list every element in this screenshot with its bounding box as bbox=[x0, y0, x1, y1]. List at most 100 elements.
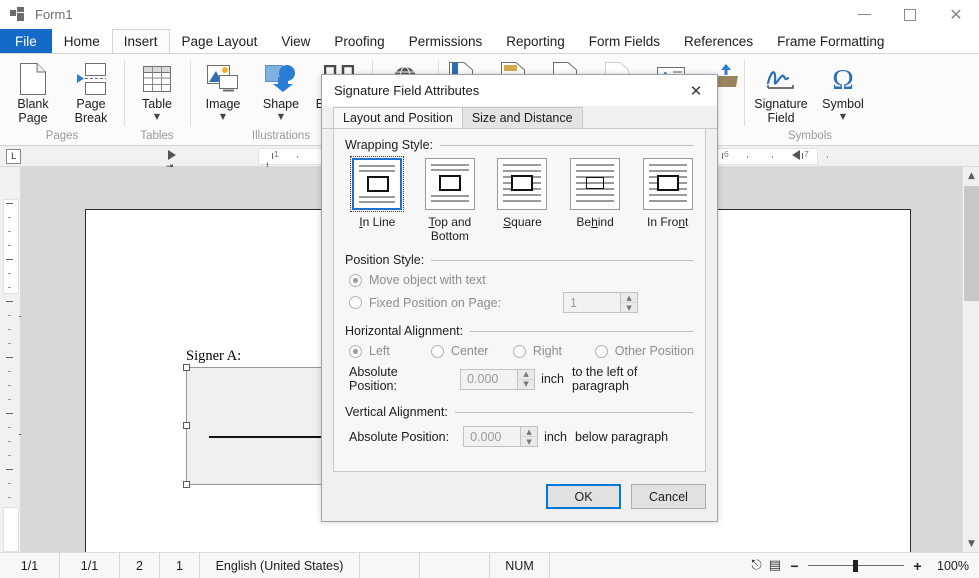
tab-stop-selector[interactable]: L bbox=[6, 149, 21, 164]
horizontal-absolute-position-spinner[interactable]: ▲ ▼ bbox=[460, 368, 536, 390]
tab-insert[interactable]: Insert bbox=[111, 29, 170, 53]
resize-handle-top-left[interactable] bbox=[183, 364, 190, 371]
ok-button[interactable]: OK bbox=[546, 484, 621, 509]
fit-page-icon[interactable]: ⎋ bbox=[751, 558, 761, 573]
position-move-with-text-row[interactable]: Move object with text bbox=[349, 273, 694, 287]
tab-file[interactable]: File bbox=[0, 29, 52, 53]
position-fixed-row[interactable]: Fixed Position on Page: ▲ ▼ bbox=[349, 292, 694, 313]
spinner-down-icon[interactable]: ▼ bbox=[518, 380, 534, 389]
zoom-slider-knob[interactable] bbox=[853, 559, 858, 572]
zoom-in-button[interactable]: + bbox=[911, 558, 924, 574]
vertical-scrollbar[interactable]: ▲ ▼ bbox=[962, 167, 979, 552]
signature-field-button[interactable]: Signature Field bbox=[748, 58, 814, 125]
tab-permissions[interactable]: Permissions bbox=[397, 29, 495, 53]
resize-handle-middle-left[interactable] bbox=[183, 422, 190, 429]
label-align-center: Center bbox=[450, 344, 489, 358]
zoom-slider[interactable] bbox=[808, 559, 904, 573]
status-track-changes[interactable] bbox=[420, 552, 490, 578]
radio-align-center[interactable] bbox=[430, 344, 444, 358]
resize-handle-bottom-left[interactable] bbox=[183, 481, 190, 488]
radio-align-right[interactable] bbox=[512, 344, 526, 358]
table-label: Table bbox=[142, 97, 172, 111]
wrap-option-square[interactable]: Square bbox=[496, 158, 549, 243]
table-button[interactable]: Table ▼ bbox=[128, 58, 186, 121]
halign-option-left[interactable]: Left bbox=[349, 344, 431, 358]
horizontal-unit-label: inch bbox=[541, 372, 564, 386]
tab-layout-and-position[interactable]: Layout and Position bbox=[333, 107, 463, 128]
status-overwrite[interactable] bbox=[360, 552, 420, 578]
blank-page-icon bbox=[19, 61, 47, 97]
image-icon bbox=[206, 61, 240, 97]
radio-align-other-position[interactable] bbox=[594, 344, 608, 358]
tab-home[interactable]: Home bbox=[52, 29, 112, 53]
minimize-button[interactable] bbox=[841, 0, 887, 29]
image-button[interactable]: Image ▼ bbox=[194, 58, 252, 121]
ribbon-tab-strip: File Home Insert Page Layout View Proofi… bbox=[0, 29, 979, 54]
horizontal-alignment-options: Left Center Right Other Position bbox=[349, 344, 694, 358]
right-indent-marker[interactable] bbox=[792, 150, 800, 160]
signature-field-label: Signature Field bbox=[754, 97, 808, 125]
status-column[interactable]: 1 bbox=[160, 552, 200, 578]
status-line[interactable]: 2 bbox=[120, 552, 160, 578]
tab-size-and-distance[interactable]: Size and Distance bbox=[461, 107, 583, 128]
halign-option-center[interactable]: Center bbox=[430, 344, 513, 358]
wrap-option-in-front[interactable]: In Front bbox=[641, 158, 694, 243]
wrap-option-behind[interactable]: Behind bbox=[569, 158, 622, 243]
title-bar: Form1 ✕ bbox=[0, 0, 979, 29]
scrollbar-thumb[interactable] bbox=[964, 186, 979, 301]
status-num-lock[interactable]: NUM bbox=[490, 552, 550, 578]
spinner-buttons[interactable]: ▲ ▼ bbox=[520, 427, 538, 446]
page-break-button[interactable]: Page Break bbox=[62, 58, 120, 125]
status-language[interactable]: English (United States) bbox=[200, 552, 360, 578]
ribbon-group-illustrations-title: Illustrations bbox=[251, 130, 311, 142]
status-section[interactable]: 1/1 bbox=[60, 552, 120, 578]
spinner-up-icon[interactable]: ▲ bbox=[521, 427, 538, 437]
spinner-up-icon[interactable]: ▲ bbox=[518, 370, 535, 380]
maximize-button[interactable] bbox=[887, 0, 933, 29]
ribbon-group-pages: Blank Page Page Break Pages bbox=[0, 54, 124, 146]
wrap-option-in-line[interactable]: In Line bbox=[350, 156, 405, 243]
radio-move-object-with-text[interactable] bbox=[349, 273, 362, 287]
spinner-buttons[interactable]: ▲ ▼ bbox=[517, 369, 535, 389]
horizontal-absolute-position-input[interactable] bbox=[461, 369, 518, 389]
fit-width-icon[interactable]: ▤ bbox=[769, 558, 781, 573]
tab-reporting[interactable]: Reporting bbox=[494, 29, 577, 53]
zoom-level[interactable]: 100% bbox=[931, 559, 969, 573]
close-button[interactable]: ✕ bbox=[933, 0, 979, 29]
chevron-down-icon[interactable]: ▼ bbox=[154, 112, 160, 121]
spinner-buttons[interactable]: ▲ ▼ bbox=[620, 293, 638, 312]
vertical-absolute-position-spinner[interactable]: ▲ ▼ bbox=[463, 426, 539, 447]
halign-option-right[interactable]: Right bbox=[512, 344, 595, 358]
first-line-indent-marker[interactable] bbox=[168, 150, 176, 160]
wrap-option-top-and-bottom[interactable]: Top and Bottom bbox=[424, 158, 477, 243]
fixed-position-page-input[interactable] bbox=[564, 293, 621, 312]
dialog-close-icon[interactable]: ✕ bbox=[675, 75, 717, 106]
radio-fixed-position-on-page[interactable] bbox=[349, 296, 362, 309]
tab-references[interactable]: References bbox=[672, 29, 765, 53]
spinner-down-icon[interactable]: ▼ bbox=[521, 437, 537, 446]
spinner-down-icon[interactable]: ▼ bbox=[621, 303, 637, 312]
radio-align-left[interactable] bbox=[349, 344, 362, 358]
wrapping-style-options: In Line Top and Bottom Square Behind In … bbox=[345, 156, 694, 243]
chevron-down-icon[interactable]: ▼ bbox=[840, 112, 846, 121]
halign-option-other-position[interactable]: Other Position bbox=[594, 344, 694, 358]
tab-page-layout[interactable]: Page Layout bbox=[170, 29, 270, 53]
tab-form-fields[interactable]: Form Fields bbox=[577, 29, 672, 53]
cancel-button[interactable]: Cancel bbox=[631, 484, 706, 509]
tab-frame-formatting[interactable]: Frame Formatting bbox=[765, 29, 896, 53]
symbol-button[interactable]: Ω Symbol ▼ bbox=[814, 58, 872, 121]
blank-page-button[interactable]: Blank Page bbox=[4, 58, 62, 125]
fixed-position-page-spinner[interactable]: ▲ ▼ bbox=[563, 292, 639, 313]
vertical-absolute-position-input[interactable] bbox=[464, 427, 521, 446]
chevron-down-icon[interactable]: ▼ bbox=[278, 112, 284, 121]
scroll-up-arrow[interactable]: ▲ bbox=[963, 167, 979, 184]
tab-view[interactable]: View bbox=[269, 29, 322, 53]
zoom-out-button[interactable]: − bbox=[788, 558, 801, 574]
scroll-down-arrow[interactable]: ▼ bbox=[963, 535, 979, 552]
status-page-count[interactable]: 1/1 bbox=[0, 552, 60, 578]
spinner-up-icon[interactable]: ▲ bbox=[621, 293, 638, 303]
chevron-down-icon[interactable]: ▼ bbox=[220, 112, 226, 121]
shape-button[interactable]: Shape ▼ bbox=[252, 58, 310, 121]
vertical-ruler[interactable]: ⊥ ⊤ bbox=[0, 167, 28, 552]
tab-proofing[interactable]: Proofing bbox=[322, 29, 396, 53]
